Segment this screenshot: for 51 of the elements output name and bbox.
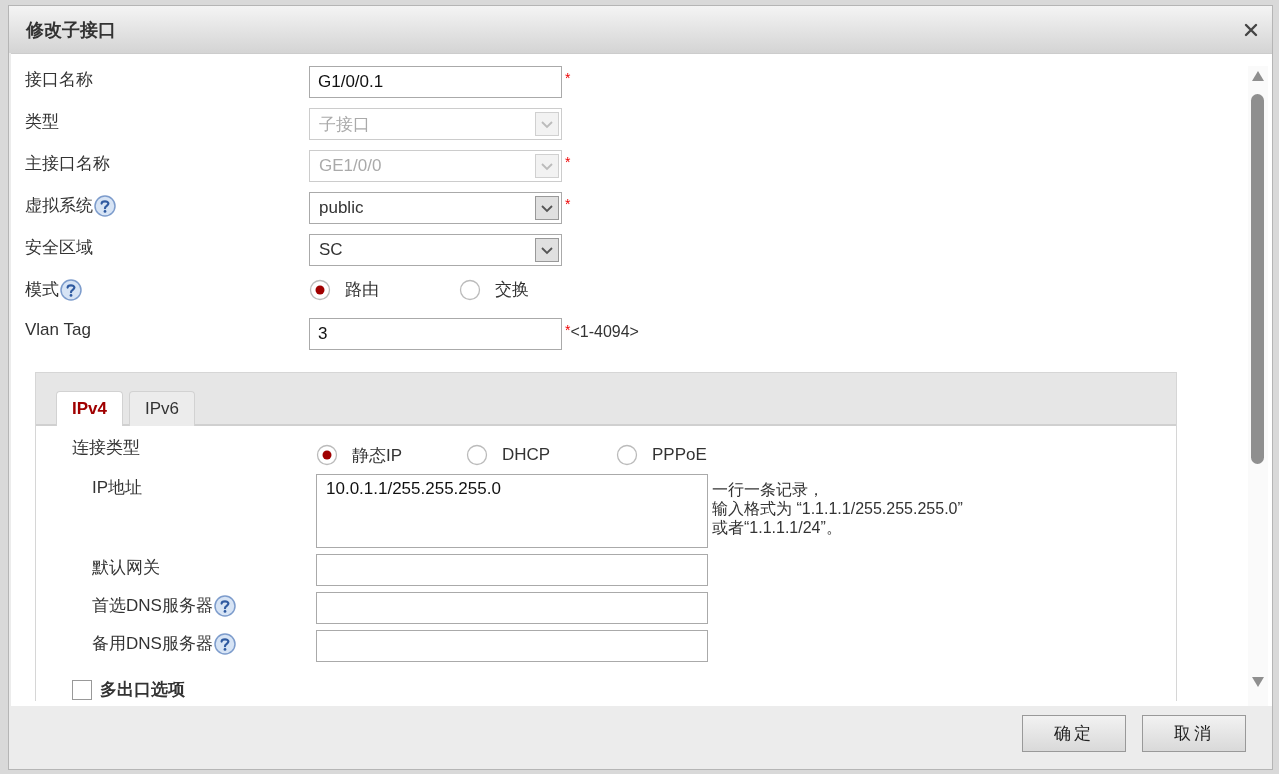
tab[interactable]: IPv4 bbox=[56, 391, 123, 426]
help-icon[interactable] bbox=[94, 194, 116, 217]
tab[interactable]: IPv6 bbox=[129, 391, 195, 426]
help-icon[interactable] bbox=[60, 278, 82, 301]
required-mark: * bbox=[565, 154, 571, 170]
field-label: 连接类型 bbox=[72, 437, 140, 459]
radio-button[interactable] bbox=[309, 278, 331, 301]
field-label: 类型 bbox=[25, 111, 59, 133]
radio-button[interactable] bbox=[466, 444, 488, 466]
field-label: 主接口名称 bbox=[25, 153, 110, 175]
radio-button[interactable] bbox=[616, 444, 638, 466]
text-field[interactable]: 3 bbox=[309, 318, 562, 350]
field-label: 默认网关 bbox=[92, 557, 160, 579]
text-field[interactable]: G1/0/0.1 bbox=[309, 66, 562, 98]
scroll-down-icon[interactable] bbox=[1251, 676, 1265, 688]
text-field[interactable] bbox=[316, 592, 708, 624]
scrollbar[interactable] bbox=[1248, 66, 1268, 706]
field-label: 虚拟系统 bbox=[25, 195, 93, 217]
select-field[interactable]: public bbox=[309, 192, 562, 224]
checkbox-label[interactable]: 多出口选项 bbox=[100, 678, 185, 701]
help-icon[interactable] bbox=[213, 632, 236, 655]
field-label: 安全区域 bbox=[25, 237, 93, 259]
field-label: IP地址 bbox=[92, 477, 143, 499]
required-mark: * bbox=[565, 322, 571, 338]
field-label: 接口名称 bbox=[25, 69, 93, 91]
radio-label[interactable]: 交换 bbox=[495, 278, 529, 301]
text-field[interactable] bbox=[316, 554, 708, 586]
radio-label[interactable]: 路由 bbox=[345, 278, 379, 301]
checkbox[interactable] bbox=[72, 679, 92, 700]
required-mark: * bbox=[565, 196, 571, 212]
radio-label[interactable]: DHCP bbox=[502, 445, 551, 465]
field-label: 首选DNS服务器 bbox=[92, 595, 213, 617]
radio-button[interactable] bbox=[316, 444, 338, 466]
range-hint: <1-4094> bbox=[570, 323, 639, 341]
text-field[interactable] bbox=[316, 630, 708, 662]
format-note: 一行一条记录， 输入格式为 “1.1.1.1/255.255.255.0” 或者“1.1.1.1/24”。 bbox=[712, 480, 963, 537]
ip-address-field[interactable]: 10.0.1.1/255.255.255.0 bbox=[316, 474, 708, 548]
field-label: 模式 bbox=[25, 279, 59, 301]
field-label: Vlan Tag bbox=[25, 320, 91, 340]
dialog-button[interactable]: 确定 bbox=[1022, 715, 1126, 752]
dialog-button[interactable]: 取消 bbox=[1142, 715, 1246, 752]
help-icon[interactable] bbox=[213, 594, 236, 617]
dialog-title: 修改子接口 bbox=[26, 18, 116, 42]
select-field[interactable]: SC bbox=[309, 234, 562, 266]
field-label: 备用DNS服务器 bbox=[92, 633, 213, 655]
radio-label[interactable]: 静态IP bbox=[352, 443, 403, 467]
required-mark: * bbox=[565, 70, 571, 86]
radio-button[interactable] bbox=[459, 278, 481, 301]
close-icon[interactable] bbox=[1244, 22, 1258, 37]
radio-label[interactable]: PPPoE bbox=[652, 445, 707, 465]
scroll-up-icon[interactable] bbox=[1251, 70, 1265, 82]
